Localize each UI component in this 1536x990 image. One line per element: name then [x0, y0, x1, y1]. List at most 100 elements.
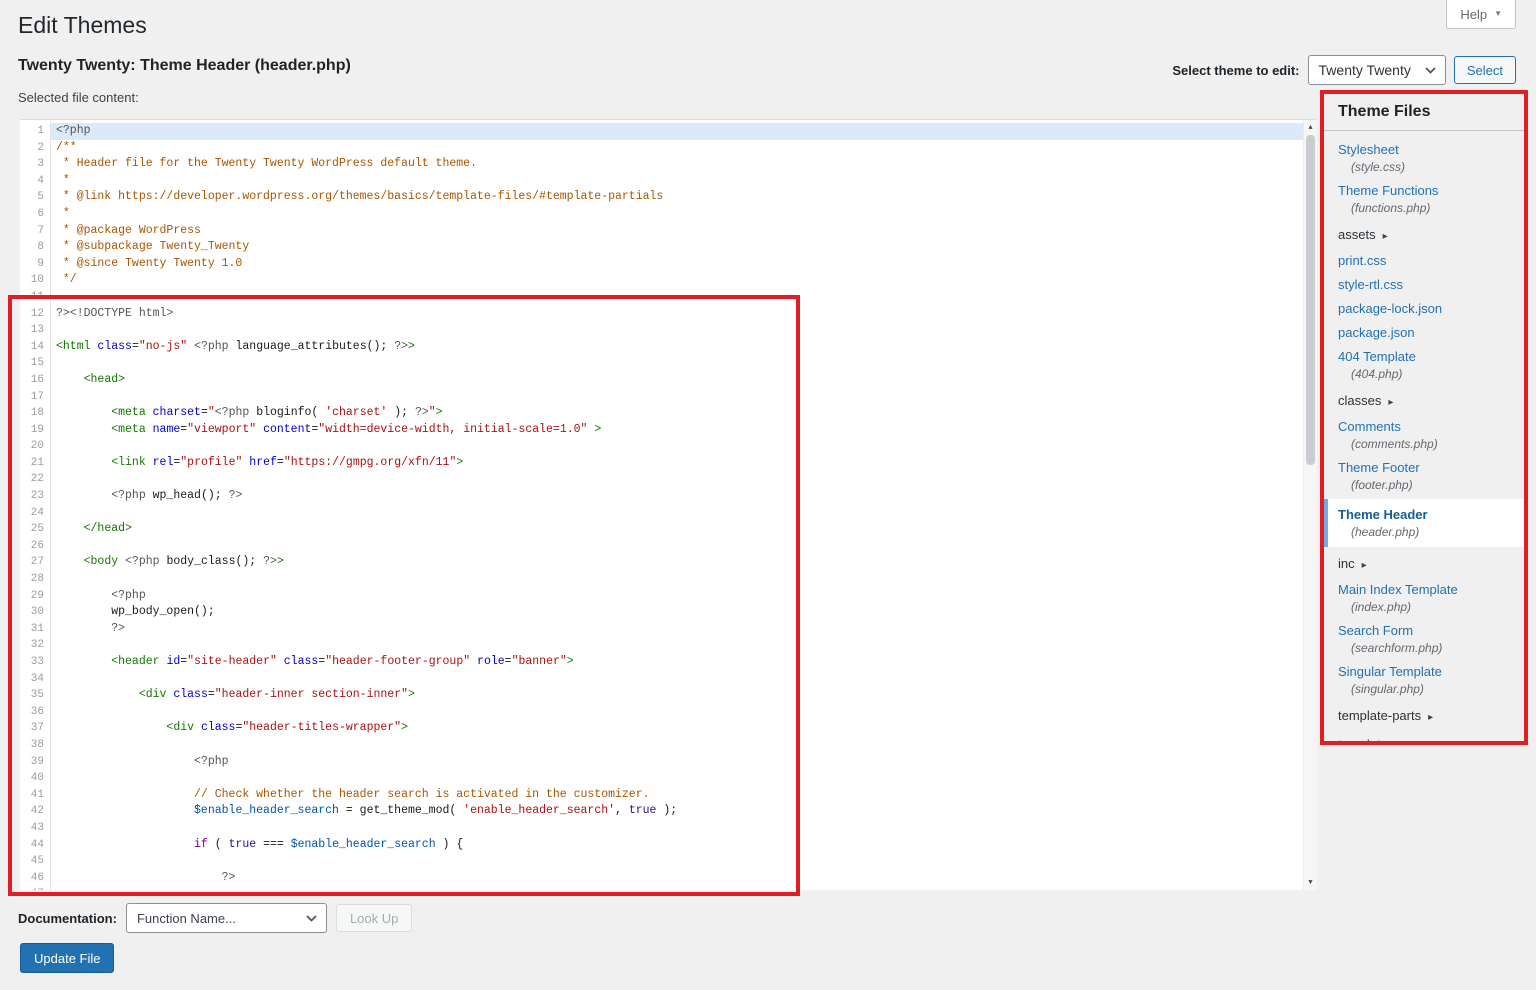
code-line[interactable]: 19 <meta name="viewport" content="width=… [20, 422, 1303, 439]
line-content[interactable] [51, 355, 1303, 372]
theme-file-item[interactable]: Main Index Template(index.php) [1324, 578, 1524, 619]
line-content[interactable]: <body <?php body_class(); ?>> [51, 554, 1303, 571]
theme-file-item[interactable]: inc▸ [1324, 549, 1524, 578]
line-content[interactable] [51, 322, 1303, 339]
code-line[interactable]: 34 [20, 671, 1303, 688]
line-content[interactable] [51, 471, 1303, 488]
line-content[interactable] [51, 538, 1303, 555]
code-line[interactable]: 35 <div class="header-inner section-inne… [20, 687, 1303, 704]
code-line[interactable]: 15 [20, 355, 1303, 372]
line-content[interactable] [51, 571, 1303, 588]
theme-file-link[interactable]: package.json [1338, 325, 1415, 340]
theme-file-item[interactable]: template-parts▸ [1324, 701, 1524, 730]
line-content[interactable]: * [51, 206, 1303, 223]
code-line[interactable]: 24 [20, 505, 1303, 522]
scroll-down-icon[interactable]: ▼ [1304, 876, 1317, 889]
line-content[interactable]: // Check whether the header search is ac… [51, 787, 1303, 804]
line-content[interactable]: <div class="header-inner section-inner"> [51, 687, 1303, 704]
code-line[interactable]: 38 [20, 737, 1303, 754]
theme-file-item[interactable]: Theme Header(header.php) [1324, 499, 1524, 547]
theme-file-item[interactable]: classes▸ [1324, 386, 1524, 415]
theme-file-item[interactable]: assets▸ [1324, 220, 1524, 249]
theme-file-link[interactable]: classes [1338, 393, 1381, 408]
line-content[interactable]: * [51, 173, 1303, 190]
code-line[interactable]: 18 <meta charset="<?php bloginfo( 'chars… [20, 405, 1303, 422]
line-content[interactable] [51, 886, 1303, 890]
code-line[interactable]: 5 * @link https://developer.wordpress.or… [20, 189, 1303, 206]
code-editor[interactable]: 1<?php2/**3 * Header file for the Twenty… [20, 119, 1317, 890]
line-content[interactable]: * Header file for the Twenty Twenty Word… [51, 156, 1303, 173]
code-line[interactable]: 32 [20, 637, 1303, 654]
scroll-up-icon[interactable]: ▲ [1304, 121, 1317, 134]
theme-file-link[interactable]: inc [1338, 556, 1355, 571]
code-line[interactable]: 11 [20, 289, 1303, 306]
code-line[interactable]: 33 <header id="site-header" class="heade… [20, 654, 1303, 671]
code-line[interactable]: 7 * @package WordPress [20, 223, 1303, 240]
code-line[interactable]: 41 // Check whether the header search is… [20, 787, 1303, 804]
line-content[interactable]: if ( true === $enable_header_search ) { [51, 837, 1303, 854]
line-content[interactable]: <link rel="profile" href="https://gmpg.o… [51, 455, 1303, 472]
line-content[interactable]: ?><!DOCTYPE html> [51, 306, 1303, 323]
theme-file-item[interactable]: print.css [1324, 249, 1524, 273]
line-content[interactable] [51, 438, 1303, 455]
code-line[interactable]: 28 [20, 571, 1303, 588]
code-line[interactable]: 31 ?> [20, 621, 1303, 638]
code-line[interactable]: 20 [20, 438, 1303, 455]
theme-file-link[interactable]: template-parts [1338, 708, 1421, 723]
theme-file-link[interactable]: print.css [1338, 253, 1386, 268]
code-line[interactable]: 37 <div class="header-titles-wrapper"> [20, 720, 1303, 737]
line-content[interactable]: <header id="site-header" class="header-f… [51, 654, 1303, 671]
line-content[interactable]: <html class="no-js" <?php language_attri… [51, 339, 1303, 356]
theme-file-link[interactable]: package-lock.json [1338, 301, 1442, 316]
theme-file-item[interactable]: Theme Functions(functions.php) [1324, 179, 1524, 220]
line-content[interactable] [51, 505, 1303, 522]
theme-file-link[interactable]: Theme Header [1338, 507, 1428, 522]
line-content[interactable] [51, 671, 1303, 688]
line-content[interactable]: <?php [51, 754, 1303, 771]
code-line[interactable]: 8 * @subpackage Twenty_Twenty [20, 239, 1303, 256]
theme-file-link[interactable]: Stylesheet [1338, 142, 1399, 157]
theme-file-link[interactable]: 404 Template [1338, 349, 1416, 364]
line-content[interactable] [51, 770, 1303, 787]
line-content[interactable] [51, 820, 1303, 837]
line-content[interactable]: * @package WordPress [51, 223, 1303, 240]
line-content[interactable] [51, 853, 1303, 870]
line-content[interactable]: $enable_header_search = get_theme_mod( '… [51, 803, 1303, 820]
line-content[interactable]: * @subpackage Twenty_Twenty [51, 239, 1303, 256]
documentation-select[interactable]: Function Name... [126, 903, 327, 933]
theme-file-item[interactable]: package-lock.json [1324, 297, 1524, 321]
line-content[interactable]: ?> [51, 621, 1303, 638]
line-content[interactable]: <?php wp_head(); ?> [51, 488, 1303, 505]
code-line[interactable]: 12?><!DOCTYPE html> [20, 306, 1303, 323]
code-line[interactable]: 45 [20, 853, 1303, 870]
line-content[interactable] [51, 389, 1303, 406]
lookup-button[interactable]: Look Up [336, 904, 412, 932]
help-button[interactable]: Help ▼ [1446, 0, 1516, 29]
theme-file-link[interactable]: assets [1338, 227, 1376, 242]
line-content[interactable]: <head> [51, 372, 1303, 389]
update-file-button[interactable]: Update File [20, 943, 114, 973]
line-content[interactable]: </head> [51, 521, 1303, 538]
code-line[interactable]: 23 <?php wp_head(); ?> [20, 488, 1303, 505]
editor-scrollbar[interactable]: ▲ ▼ [1303, 120, 1317, 890]
line-content[interactable] [51, 704, 1303, 721]
line-content[interactable]: <?php [51, 123, 1303, 140]
code-line[interactable]: 39 <?php [20, 754, 1303, 771]
theme-file-link[interactable]: Theme Footer [1338, 460, 1420, 475]
code-line[interactable]: 22 [20, 471, 1303, 488]
code-line[interactable]: 36 [20, 704, 1303, 721]
code-line[interactable]: 2/** [20, 140, 1303, 157]
code-line[interactable]: 4 * [20, 173, 1303, 190]
theme-file-link[interactable]: Search Form [1338, 623, 1413, 638]
theme-file-link[interactable]: style-rtl.css [1338, 277, 1403, 292]
select-theme-button[interactable]: Select [1454, 56, 1516, 84]
theme-file-item[interactable]: package.json [1324, 321, 1524, 345]
line-content[interactable] [51, 637, 1303, 654]
code-line[interactable]: 43 [20, 820, 1303, 837]
code-line[interactable]: 46 ?> [20, 870, 1303, 887]
code-lines[interactable]: 1<?php2/**3 * Header file for the Twenty… [20, 120, 1303, 890]
line-content[interactable]: <meta name="viewport" content="width=dev… [51, 422, 1303, 439]
line-content[interactable]: wp_body_open(); [51, 604, 1303, 621]
code-line[interactable]: 42 $enable_header_search = get_theme_mod… [20, 803, 1303, 820]
theme-file-link[interactable]: templates [1338, 737, 1394, 741]
